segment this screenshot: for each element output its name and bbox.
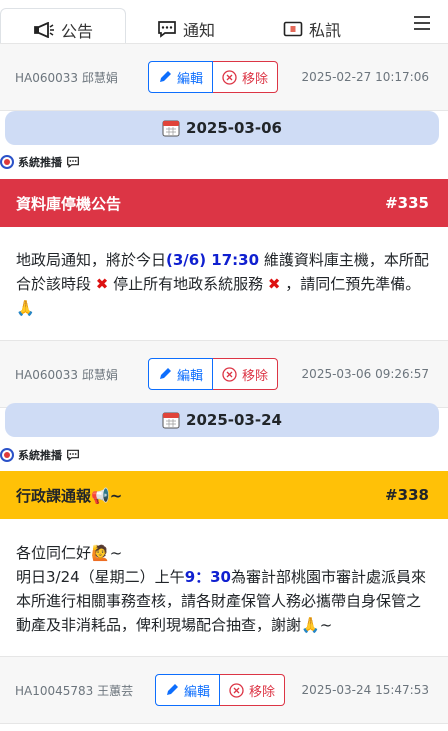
loudspeaker-icon: 📢 xyxy=(91,486,110,505)
tab-notifications-label: 通知 xyxy=(182,21,215,40)
delete-button[interactable]: 移除 xyxy=(213,358,279,390)
delete-button[interactable]: 移除 xyxy=(220,674,286,706)
chat-icon xyxy=(66,449,80,461)
post-body: 地政局通知，將於今日(3/6) 17:30 維護資料庫主機，本所配合於該時段 ✖… xyxy=(16,248,432,320)
body-text: ~ xyxy=(109,544,123,562)
title-suffix: ~ xyxy=(109,486,123,505)
post-title-banner: 行政課通報📢~ #338 xyxy=(0,471,448,519)
envelope-icon xyxy=(283,21,303,37)
x-circle-icon xyxy=(222,69,237,85)
source-label: 系統推播 xyxy=(18,449,62,462)
post-title: 資料庫停機公告 xyxy=(16,194,122,213)
chat-icon xyxy=(66,156,80,168)
edit-button[interactable]: 編輯 xyxy=(148,358,214,390)
date-divider: 2025-03-06 xyxy=(5,111,439,145)
hamburger-menu-icon[interactable] xyxy=(414,16,430,30)
cross-mark-icon: ✖ xyxy=(267,275,281,293)
body-text: 各位同仁好 xyxy=(16,544,92,562)
cross-mark-icon: ✖ xyxy=(95,275,109,293)
source-label: 系統推播 xyxy=(18,156,62,169)
title-text: 行政課通報 xyxy=(16,486,92,505)
post-title: 行政課通報📢~ xyxy=(16,485,122,506)
chat-dots-icon xyxy=(157,20,177,38)
edit-label: 編輯 xyxy=(177,71,204,87)
x-circle-icon xyxy=(229,682,244,698)
body-text: ~ xyxy=(319,616,333,634)
edit-label: 編輯 xyxy=(184,684,211,700)
post-footer: HA060033 邱慧娟 編輯 移除 2025-02-27 10:17:06 xyxy=(0,43,448,111)
tab-private-messages-label: 私訊 xyxy=(308,21,341,40)
seal-logo-icon xyxy=(0,448,14,462)
post-number: #335 xyxy=(385,194,429,212)
highlight-time: (3/6) 17:30 xyxy=(166,251,260,269)
post-footer: HA10045783 王蕙芸 編輯 移除 2025-03-24 15:47:53 xyxy=(0,656,448,724)
date-label: 2025-03-06 xyxy=(186,119,282,137)
post-title-banner: 資料庫停機公告 #335 xyxy=(0,179,448,227)
delete-label: 移除 xyxy=(249,684,276,700)
edit-button[interactable]: 編輯 xyxy=(155,674,221,706)
body-text: ，請同仁預先準備。 xyxy=(280,275,421,293)
body-text: 地政局通知，將於今日 xyxy=(16,251,167,269)
delete-label: 移除 xyxy=(242,368,269,384)
pencil-icon xyxy=(158,367,172,381)
post-source: 系統推播 xyxy=(0,446,80,464)
x-circle-icon xyxy=(222,366,237,382)
folded-hands-icon: 🙏 xyxy=(16,299,35,317)
post-time: 2025-03-24 15:47:53 xyxy=(301,683,429,697)
pencil-icon xyxy=(158,70,172,84)
post-author: HA060033 邱慧娟 xyxy=(15,367,118,382)
megaphone-icon xyxy=(33,22,55,38)
date-divider: 2025-03-24 xyxy=(5,403,439,437)
post-number: #338 xyxy=(385,486,429,504)
pencil-icon xyxy=(165,683,179,697)
post-time: 2025-03-06 09:26:57 xyxy=(301,367,429,381)
date-label: 2025-03-24 xyxy=(186,411,282,429)
highlight-time: 9：30 xyxy=(184,568,231,586)
delete-label: 移除 xyxy=(242,71,269,87)
post-time: 2025-02-27 10:17:06 xyxy=(301,70,429,84)
post-source: 系統推播 xyxy=(0,153,80,171)
delete-button[interactable]: 移除 xyxy=(213,61,279,93)
edit-button[interactable]: 編輯 xyxy=(148,61,214,93)
body-text: 明日3/24（星期二）上午 xyxy=(16,568,185,586)
body-text: 停止所有地政系統服務 xyxy=(108,275,268,293)
post-body: 各位同仁好🙋~ 明日3/24（星期二）上午9：30為審計部桃園市審計處派員來本所… xyxy=(16,541,432,637)
tab-announcements-label: 公告 xyxy=(60,22,93,41)
post-author: HA060033 邱慧娟 xyxy=(15,70,118,85)
raising-hand-icon: 🙋 xyxy=(91,544,110,562)
seal-logo-icon xyxy=(0,155,14,169)
calendar-icon xyxy=(162,411,180,429)
folded-hands-icon: 🙏 xyxy=(301,616,320,634)
post-author: HA10045783 王蕙芸 xyxy=(15,683,134,698)
post-footer: HA060033 邱慧娟 編輯 移除 2025-03-06 09:26:57 xyxy=(0,340,448,408)
calendar-icon xyxy=(162,119,180,137)
edit-label: 編輯 xyxy=(177,368,204,384)
